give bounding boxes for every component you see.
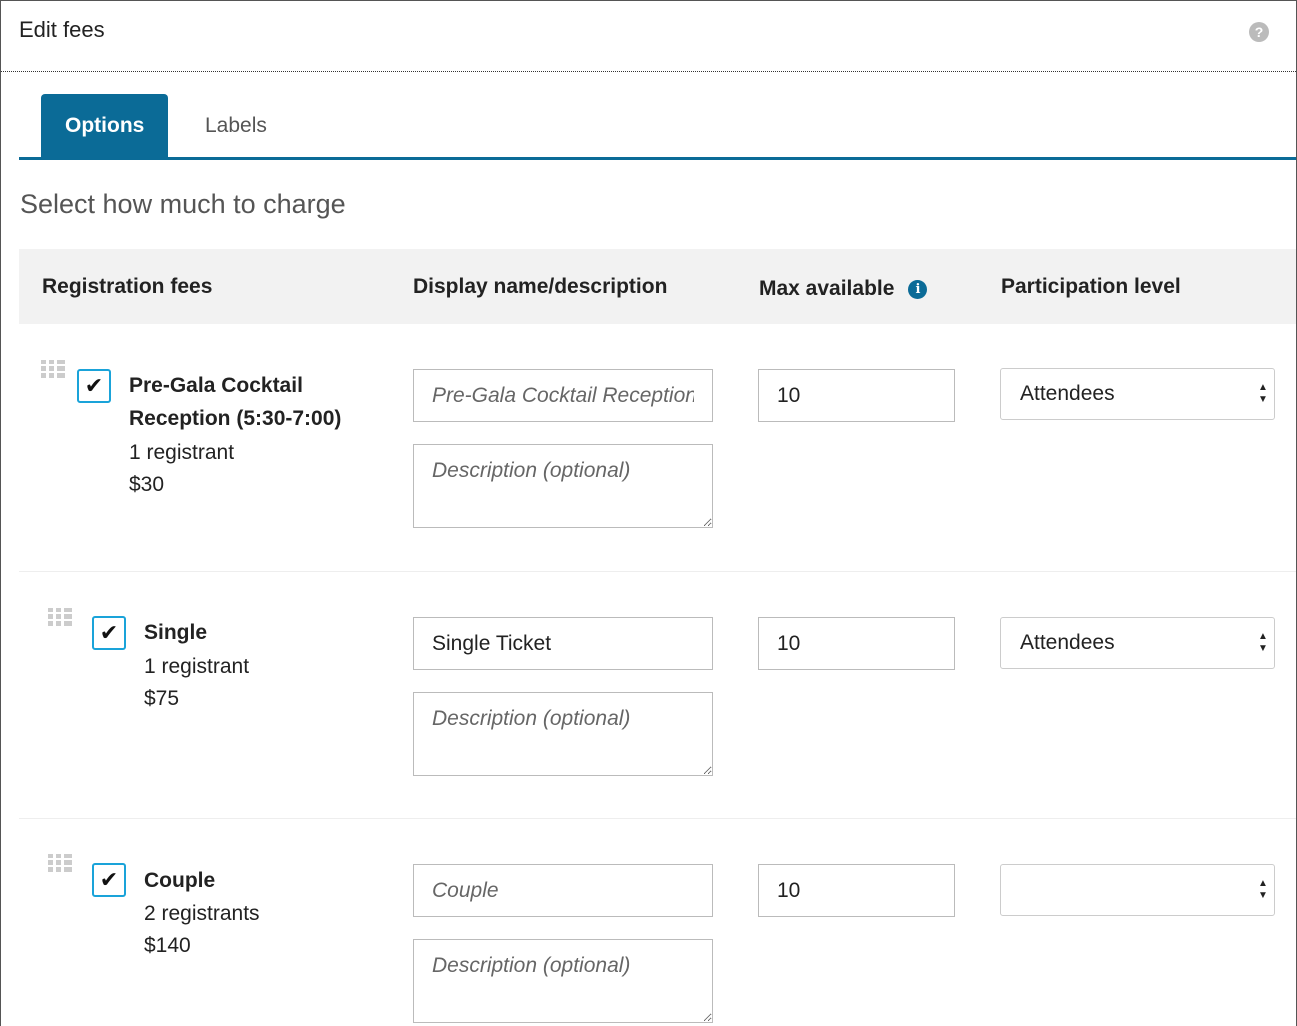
fee-name-line2: Reception (5:30-7:00) [129,407,342,430]
description-textarea[interactable] [413,939,713,1023]
info-icon[interactable]: i [908,280,928,299]
fee-registrants: 2 registrants [144,902,260,925]
dialog-header: Edit fees ? [1,1,1296,72]
column-header-max-available-label: Max available [759,277,895,300]
description-textarea[interactable] [413,692,713,776]
tab-bar: Options Labels [19,94,1296,160]
tab-labels[interactable]: Labels [181,94,291,158]
edit-fees-dialog: Edit fees ? Options Labels Select how mu… [0,0,1297,1026]
question-circle-icon[interactable]: ? [1249,22,1269,42]
description-textarea[interactable] [413,444,713,528]
max-available-input[interactable] [758,617,955,670]
participation-level-select[interactable]: ▲ ▼ [1000,864,1275,916]
column-header-registration-fees: Registration fees [42,275,213,298]
participation-level-value: Attendees [1020,631,1115,654]
fee-registrants: 1 registrant [129,441,235,464]
column-header-display-name: Display name/description [413,275,668,298]
display-name-input[interactable] [413,864,713,917]
select-arrows-icon: ▲ ▼ [1258,631,1268,654]
fee-name: Couple [144,869,216,892]
dialog-title: Edit fees [19,17,105,42]
table-row: ✔ Couple 2 registrants $140 ▲▼ [19,819,1296,1026]
participation-level-select[interactable]: Attendees ▲ ▼ [1000,368,1275,420]
fee-name: Single [144,621,208,644]
column-header-max-available: Max available i [759,251,928,326]
select-arrows-icon: ▲ ▼ [1258,382,1268,405]
table-header: Registration fees Display name/descripti… [19,249,1296,326]
drag-handle-icon[interactable] [48,854,72,872]
fee-price: $140 [144,934,191,957]
column-header-participation-level: Participation level [1001,275,1181,298]
fee-checkbox[interactable]: ✔ [77,369,111,403]
display-name-input[interactable] [413,369,713,422]
participation-level-select[interactable]: Attendees ▲ ▼ [1000,617,1275,669]
fee-name: Pre-Gala Cocktail [129,374,303,397]
table-row: ✔ Single 1 registrant $75 Attendees ▲▼ [19,572,1296,819]
drag-handle-icon[interactable] [48,608,72,626]
table-row: ✔ Pre-Gala Cocktail Reception (5:30-7:00… [19,324,1296,572]
fee-checkbox[interactable]: ✔ [92,863,126,897]
max-available-input[interactable] [758,369,955,422]
participation-level-value: Attendees [1020,382,1115,405]
max-available-input[interactable] [758,864,955,917]
tab-options[interactable]: Options [41,94,169,158]
drag-handle-icon[interactable] [41,360,65,378]
fee-registrants: 1 registrant [144,655,250,678]
display-name-input[interactable] [413,617,713,670]
section-title: Select how much to charge [20,189,346,219]
fee-checkbox[interactable]: ✔ [92,616,126,650]
fee-price: $30 [129,473,165,496]
select-arrows-icon: ▲ ▼ [1258,878,1268,901]
fee-price: $75 [144,687,180,710]
